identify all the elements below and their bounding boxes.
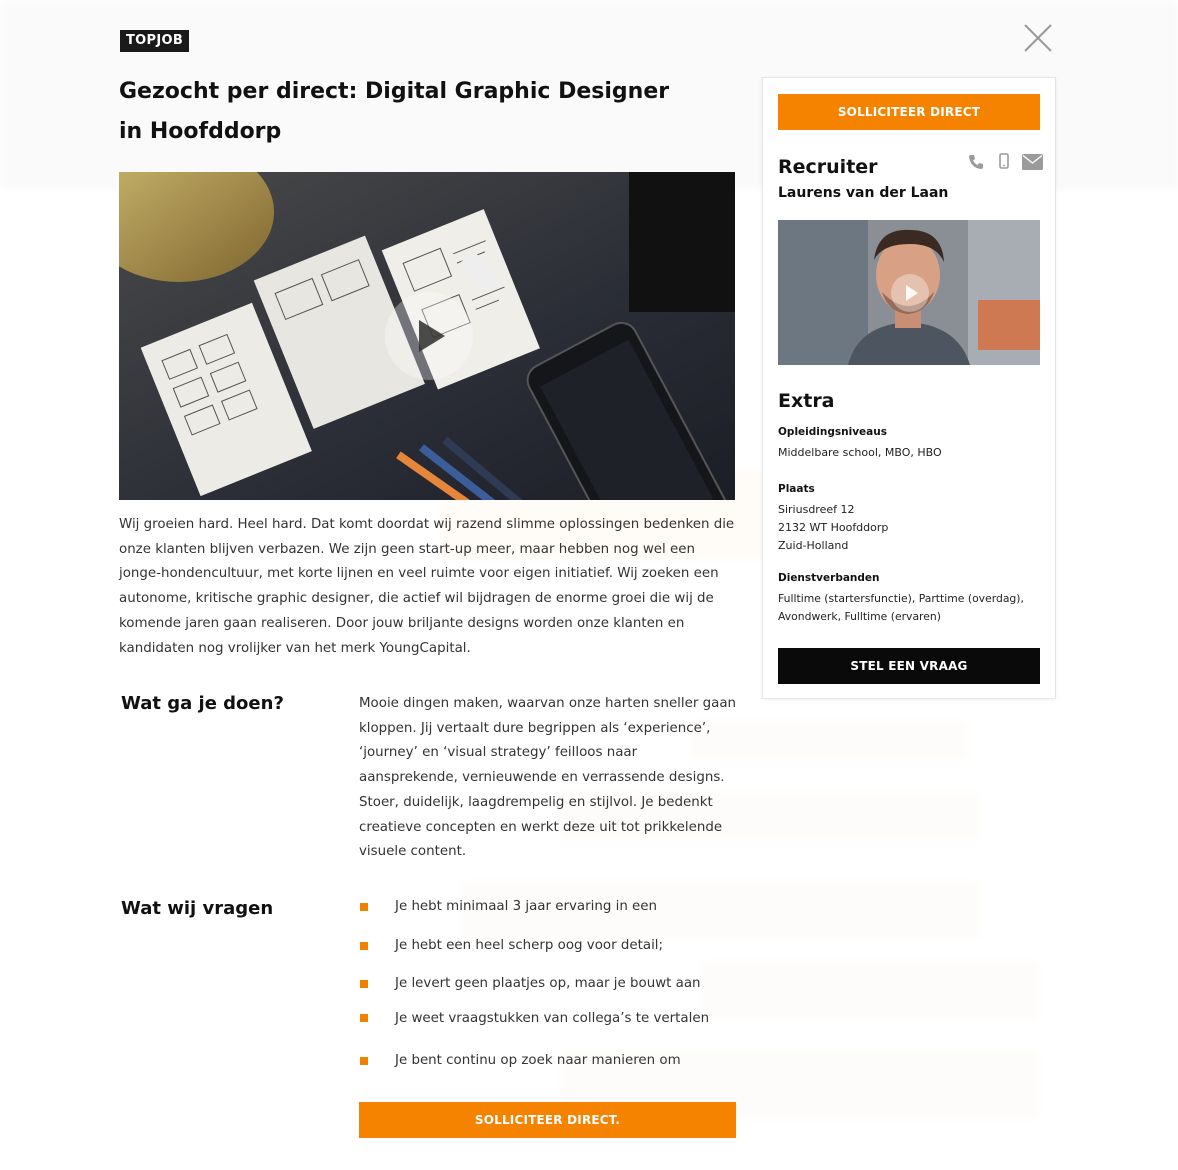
- place-street: Siriusdreef 12: [778, 503, 855, 516]
- education-value: Middelbare school, MBO, HBO: [778, 446, 942, 459]
- call-button[interactable]: [967, 153, 985, 176]
- play-icon: [906, 285, 918, 301]
- list-item-text: Je hebt een heel scherp oog voor detail;: [395, 937, 664, 953]
- list-item-text: Je weet vraagstukken van collega’s te ve…: [395, 1010, 710, 1026]
- employment-value: Fulltime (startersfunctie), Parttime (ov…: [778, 592, 1024, 623]
- list-item: Je weet vraagstukken van collega’s te ve…: [359, 1011, 739, 1049]
- mail-button[interactable]: [1022, 154, 1043, 175]
- requirements-list: Je hebt minimaal 3 jaar ervaring in een …: [359, 895, 739, 1087]
- mobile-button[interactable]: [999, 153, 1009, 174]
- apply-button-bottom[interactable]: SOLLICITEER DIRECT.: [359, 1102, 736, 1138]
- place-label: Plaats: [778, 483, 815, 495]
- section-heading-doen: Wat ga je doen?: [121, 693, 284, 714]
- play-icon: [419, 320, 445, 352]
- place-city: 2132 WT Hoofddorp: [778, 521, 889, 534]
- bullet-icon: [360, 980, 368, 988]
- bullet-icon: [360, 903, 368, 911]
- list-item-text: Je levert geen plaatjes op, maar je bouw…: [395, 976, 701, 991]
- place-region: Zuid-Holland: [778, 539, 849, 552]
- list-item: Je bent continu op zoek naar manieren om: [359, 1049, 739, 1088]
- list-item: Je hebt minimaal 3 jaar ervaring in een: [359, 895, 739, 934]
- list-item: Je hebt een heel scherp oog voor detail;: [359, 934, 739, 973]
- mobile-icon: [999, 153, 1009, 169]
- hero-video[interactable]: [119, 172, 735, 500]
- recruiter-video[interactable]: [778, 220, 1040, 365]
- intro-text: Wij groeien hard. Heel hard. Dat komt do…: [119, 517, 735, 656]
- bullet-icon: [360, 941, 368, 950]
- phone-icon: [969, 155, 983, 169]
- page-title: Gezocht per direct: Digital Graphic Desi…: [119, 79, 670, 144]
- section-heading-vragen: Wat wij vragen: [121, 898, 274, 919]
- close-icon: [1024, 24, 1052, 52]
- extra-heading: Extra: [778, 390, 835, 412]
- bullet-icon: [360, 1013, 368, 1022]
- play-button[interactable]: [385, 292, 473, 380]
- employment-label: Dienstverbanden: [778, 572, 880, 584]
- education-label: Opleidingsniveaus: [778, 426, 887, 438]
- play-button[interactable]: [891, 274, 929, 312]
- section-body-doen: Mooie dingen maken, waarvan onze harten …: [359, 696, 737, 860]
- list-item-text: Je bent continu op zoek naar manieren om: [395, 1052, 681, 1068]
- recruiter-card: SOLLICITEER DIRECT Recruiter Laurens van…: [762, 77, 1056, 699]
- ask-question-button[interactable]: STEL EEN VRAAG: [778, 648, 1040, 684]
- close-button[interactable]: [1022, 22, 1054, 54]
- recruiter-heading: Recruiter: [778, 156, 878, 178]
- list-item: Je levert geen plaatjes op, maar je bouw…: [359, 972, 739, 1011]
- recruiter-name: Laurens van der Laan: [778, 185, 949, 201]
- list-item-text: Je hebt minimaal 3 jaar ervaring in een: [395, 899, 658, 914]
- topjob-badge: TOPJOB: [120, 30, 190, 52]
- bullet-icon: [360, 1056, 368, 1065]
- mail-icon: [1022, 154, 1043, 170]
- apply-button-top[interactable]: SOLLICITEER DIRECT: [778, 94, 1040, 130]
